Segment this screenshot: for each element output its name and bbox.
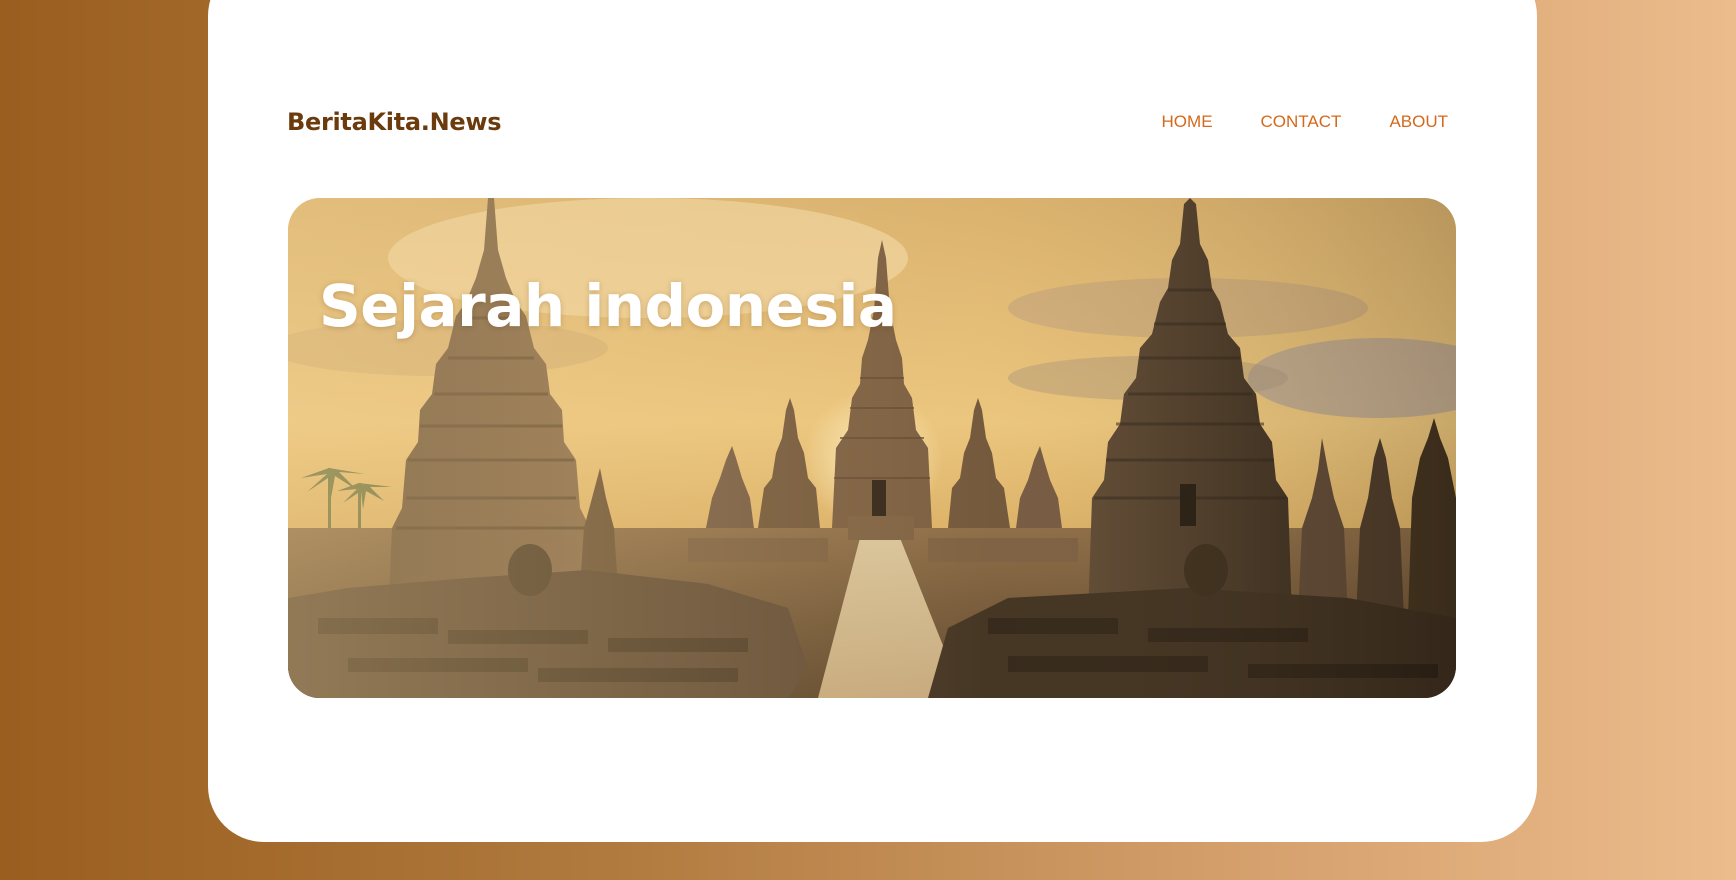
nav-link-home[interactable]: HOME [1162,112,1213,131]
site-logo[interactable]: BeritaKita.News [287,104,502,140]
nav-item-about: ABOUT [1389,108,1448,136]
nav-item-home: HOME [1162,108,1213,136]
main-nav: HOME CONTACT ABOUT [1162,108,1448,136]
nav-link-about[interactable]: ABOUT [1389,112,1448,131]
nav-item-contact: CONTACT [1261,108,1342,136]
nav-link-contact[interactable]: CONTACT [1261,112,1342,131]
hero-title: Sejarah indonesia [319,272,897,340]
hero-banner: Sejarah indonesia [288,198,1456,698]
